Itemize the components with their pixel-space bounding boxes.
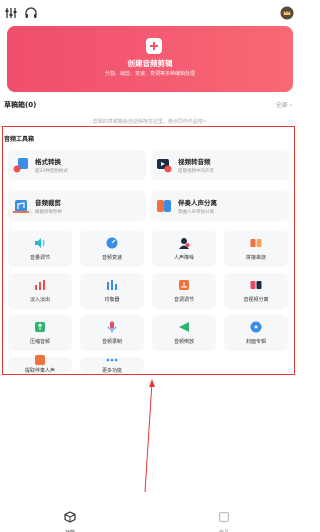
- works-icon: [218, 511, 230, 523]
- nav-tab-functions[interactable]: 功能: [50, 508, 90, 532]
- cube-icon: [64, 511, 76, 523]
- nav-tab-works[interactable]: 作品: [204, 508, 244, 532]
- bottom-nav: 功能 作品: [0, 500, 300, 532]
- annotation-arrow: [144, 379, 155, 493]
